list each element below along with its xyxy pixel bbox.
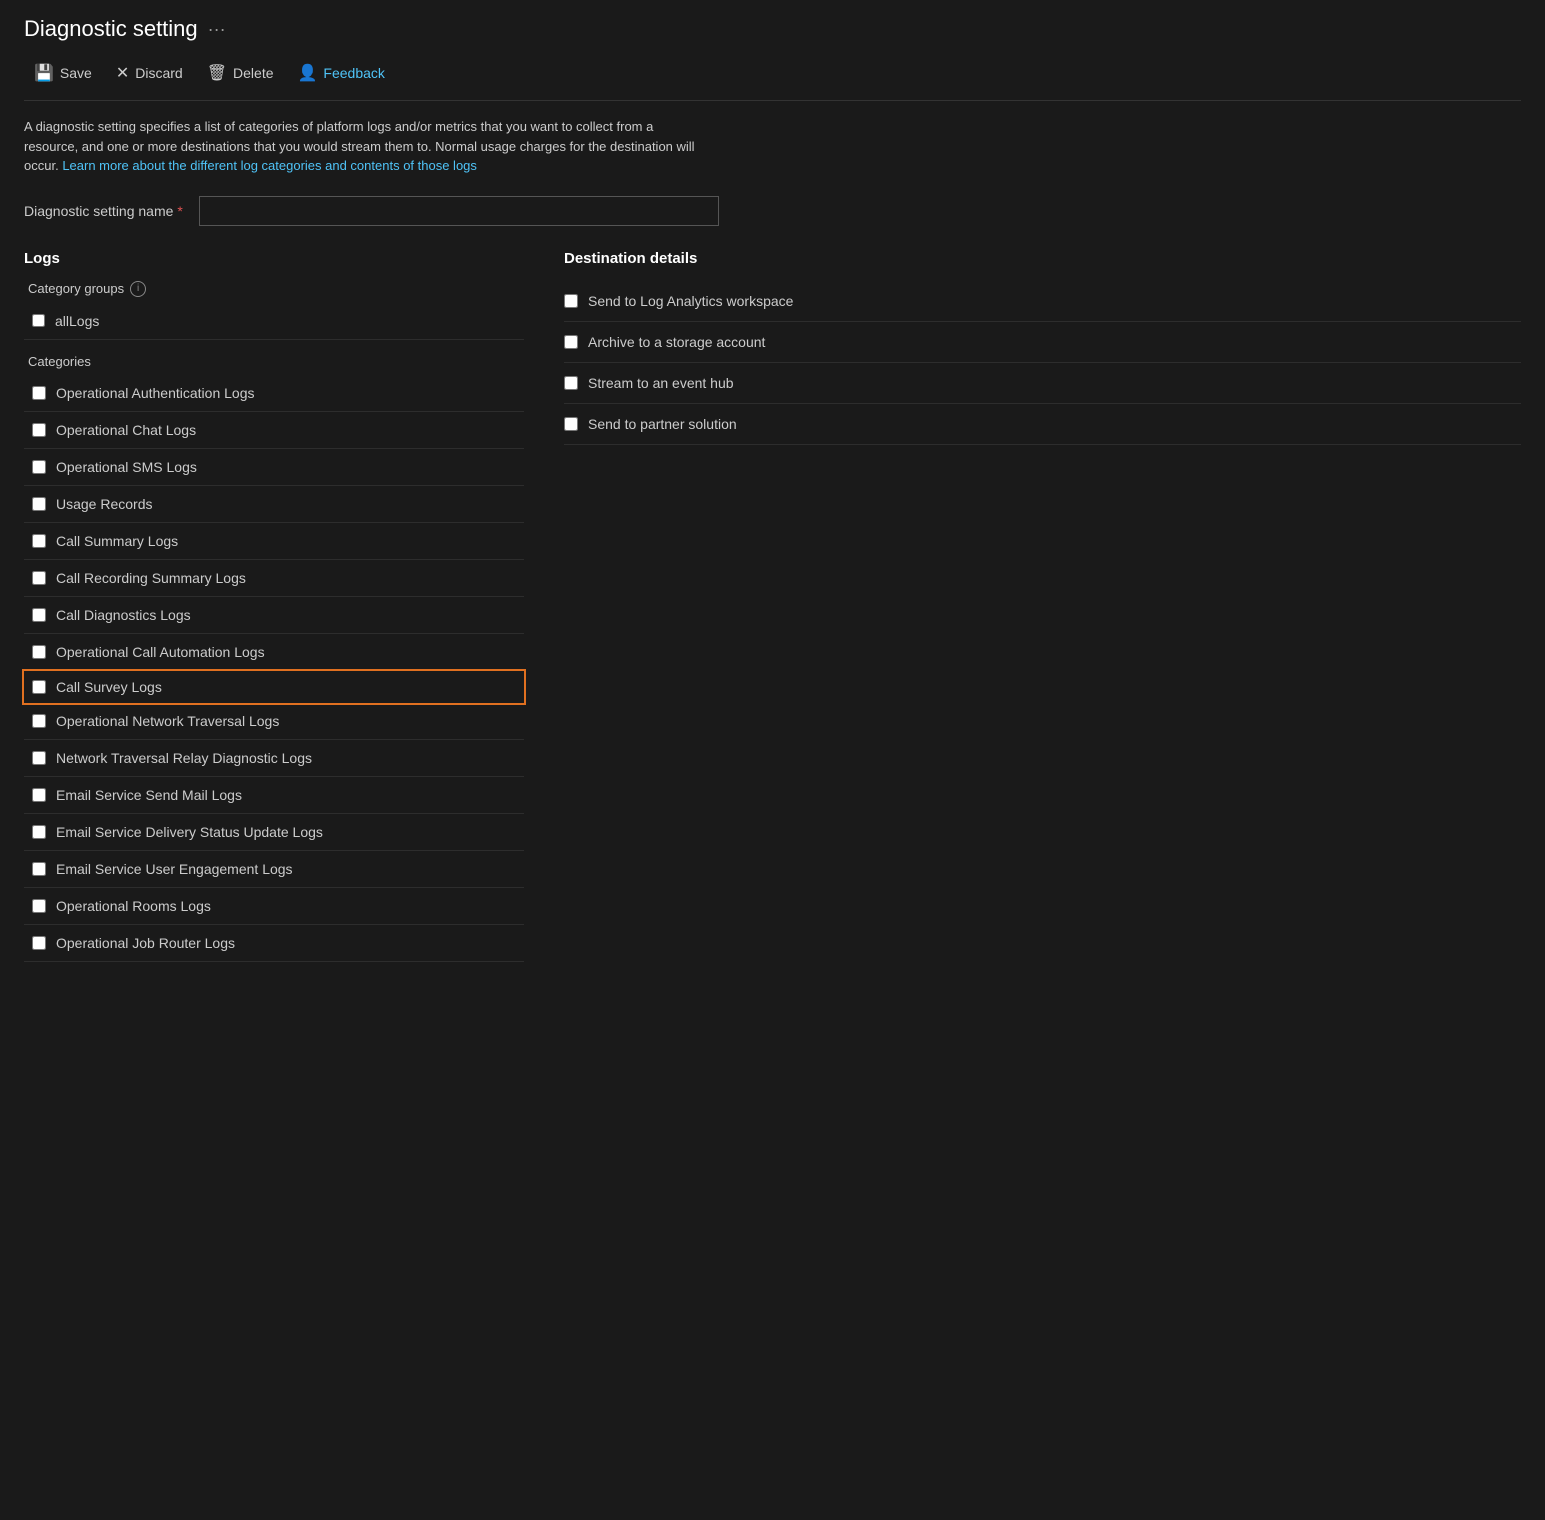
destination-label-1[interactable]: Send to Log Analytics workspace [588, 293, 793, 309]
category-item-14: Email Service User Engagement Logs [24, 851, 524, 888]
alllogs-label[interactable]: allLogs [55, 313, 99, 329]
category-checkbox-8[interactable] [32, 645, 46, 659]
category-checkbox-15[interactable] [32, 899, 46, 913]
save-button[interactable]: 💾 Save [24, 58, 102, 88]
destination-label-3[interactable]: Stream to an event hub [588, 375, 734, 391]
destination-item-4: Send to partner solution [564, 404, 1521, 445]
delete-button[interactable]: 🗑 Delete [197, 58, 284, 88]
logs-column: Logs Category groups i allLogs Categorie… [24, 250, 544, 962]
category-item-10: Operational Network Traversal Logs [24, 703, 524, 740]
category-item-3: Operational SMS Logs [24, 449, 524, 486]
category-item-6: Call Recording Summary Logs [24, 560, 524, 597]
page-container: Diagnostic setting ··· 💾 Save ✕ Discard … [0, 0, 1545, 978]
destination-item-1: Send to Log Analytics workspace [564, 281, 1521, 322]
info-icon[interactable]: i [130, 281, 146, 297]
category-checkbox-6[interactable] [32, 571, 46, 585]
destination-checkbox-4[interactable] [564, 417, 578, 431]
category-item-7: Call Diagnostics Logs [24, 597, 524, 634]
category-checkbox-16[interactable] [32, 936, 46, 950]
category-label-16[interactable]: Operational Job Router Logs [56, 935, 235, 951]
category-item-11: Network Traversal Relay Diagnostic Logs [24, 740, 524, 777]
category-label-4[interactable]: Usage Records [56, 496, 153, 512]
category-item-16: Operational Job Router Logs [24, 925, 524, 962]
category-item-12: Email Service Send Mail Logs [24, 777, 524, 814]
destination-item-2: Archive to a storage account [564, 322, 1521, 363]
categories-label: Categories [28, 354, 524, 369]
category-checkbox-3[interactable] [32, 460, 46, 474]
category-label-10[interactable]: Operational Network Traversal Logs [56, 713, 279, 729]
categories-list: Operational Authentication Logs Operatio… [24, 375, 524, 962]
category-label-2[interactable]: Operational Chat Logs [56, 422, 196, 438]
destination-label-4[interactable]: Send to partner solution [588, 416, 737, 432]
two-column-layout: Logs Category groups i allLogs Categorie… [24, 250, 1521, 962]
destination-checkbox-1[interactable] [564, 294, 578, 308]
category-checkbox-14[interactable] [32, 862, 46, 876]
category-label-3[interactable]: Operational SMS Logs [56, 459, 197, 475]
destination-checkbox-2[interactable] [564, 335, 578, 349]
category-item-8: Operational Call Automation Logs [24, 634, 524, 671]
category-checkbox-10[interactable] [32, 714, 46, 728]
destination-column: Destination details Send to Log Analytic… [544, 250, 1521, 962]
description: A diagnostic setting specifies a list of… [24, 117, 704, 176]
category-label-9[interactable]: Call Survey Logs [56, 679, 162, 695]
category-groups-heading: Category groups i [28, 281, 524, 297]
page-title: Diagnostic setting [24, 16, 198, 42]
setting-name-input[interactable] [199, 196, 719, 226]
category-checkbox-4[interactable] [32, 497, 46, 511]
category-checkbox-13[interactable] [32, 825, 46, 839]
category-label-13[interactable]: Email Service Delivery Status Update Log… [56, 824, 323, 840]
category-checkbox-12[interactable] [32, 788, 46, 802]
required-indicator: * [177, 203, 182, 219]
ellipsis-menu[interactable]: ··· [208, 19, 226, 40]
setting-name-row: Diagnostic setting name * [24, 196, 1521, 226]
page-title-row: Diagnostic setting ··· [24, 16, 1521, 42]
category-item-5: Call Summary Logs [24, 523, 524, 560]
category-label-1[interactable]: Operational Authentication Logs [56, 385, 254, 401]
category-checkbox-2[interactable] [32, 423, 46, 437]
delete-icon: 🗑 [207, 63, 227, 83]
destination-label-2[interactable]: Archive to a storage account [588, 334, 765, 350]
category-checkbox-11[interactable] [32, 751, 46, 765]
category-label-11[interactable]: Network Traversal Relay Diagnostic Logs [56, 750, 312, 766]
category-item-2: Operational Chat Logs [24, 412, 524, 449]
category-checkbox-1[interactable] [32, 386, 46, 400]
category-item-13: Email Service Delivery Status Update Log… [24, 814, 524, 851]
category-checkbox-9[interactable] [32, 680, 46, 694]
learn-more-link[interactable]: Learn more about the different log categ… [62, 158, 477, 173]
category-checkbox-7[interactable] [32, 608, 46, 622]
destination-list: Send to Log Analytics workspace Archive … [564, 281, 1521, 445]
category-label-8[interactable]: Operational Call Automation Logs [56, 644, 265, 660]
category-label-15[interactable]: Operational Rooms Logs [56, 898, 211, 914]
discard-button[interactable]: ✕ Discard [106, 58, 193, 88]
feedback-icon: 👤 [298, 63, 318, 83]
category-item-9-highlighted: Call Survey Logs [22, 669, 526, 705]
destination-checkbox-3[interactable] [564, 376, 578, 390]
category-item-4: Usage Records [24, 486, 524, 523]
category-checkbox-5[interactable] [32, 534, 46, 548]
category-label-5[interactable]: Call Summary Logs [56, 533, 178, 549]
logs-section-heading: Logs [24, 250, 524, 267]
toolbar: 💾 Save ✕ Discard 🗑 Delete 👤 Feedback [24, 58, 1521, 101]
alllogs-checkbox[interactable] [32, 314, 45, 327]
destination-section-heading: Destination details [564, 250, 1521, 267]
category-label-7[interactable]: Call Diagnostics Logs [56, 607, 191, 623]
destination-item-3: Stream to an event hub [564, 363, 1521, 404]
category-label-12[interactable]: Email Service Send Mail Logs [56, 787, 242, 803]
feedback-button[interactable]: 👤 Feedback [288, 58, 395, 88]
category-item-1: Operational Authentication Logs [24, 375, 524, 412]
category-label-14[interactable]: Email Service User Engagement Logs [56, 861, 293, 877]
save-icon: 💾 [34, 63, 54, 83]
setting-name-label: Diagnostic setting name * [24, 203, 183, 219]
category-item-15: Operational Rooms Logs [24, 888, 524, 925]
category-label-6[interactable]: Call Recording Summary Logs [56, 570, 246, 586]
discard-icon: ✕ [116, 63, 129, 83]
alllogs-item: allLogs [24, 307, 524, 340]
